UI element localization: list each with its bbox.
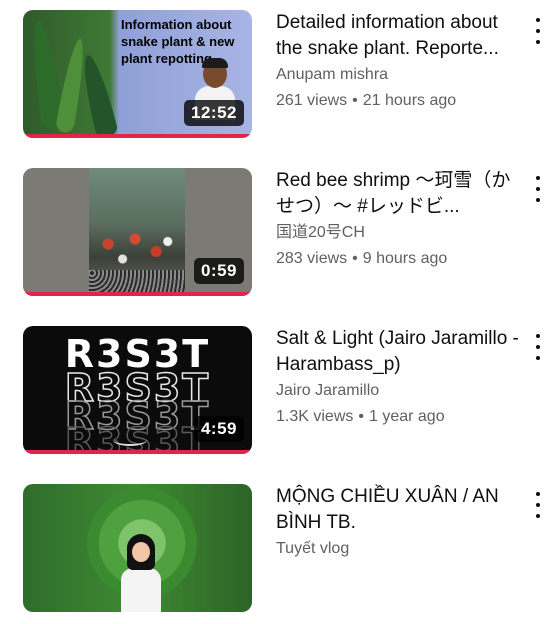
video-meta: Salt & Light (Jairo Jaramillo - Harambas… (276, 326, 528, 428)
video-title[interactable]: Detailed information about the snake pla… (276, 10, 528, 62)
video-duration: 4:59 (193, 416, 244, 442)
watch-progress-bar (23, 292, 252, 296)
separator-dot: • (352, 92, 358, 109)
plant-leaf (77, 52, 119, 138)
channel-name[interactable]: 国道20号CH (276, 222, 528, 244)
video-meta: MỘNG CHIỀU XUÂN / AN BÌNH TB. Tuyết vlog (276, 484, 528, 560)
video-duration: 12:52 (184, 100, 244, 126)
video-item[interactable]: MỘNG CHIỀU XUÂN / AN BÌNH TB. Tuyết vlog (0, 484, 560, 624)
more-vert-icon[interactable] (530, 334, 546, 360)
separator-dot: • (352, 250, 358, 267)
upload-age: 1 year ago (368, 408, 445, 425)
upload-age: 9 hours ago (362, 250, 448, 267)
video-item[interactable]: 0:59 Red bee shrimp ～珂雪（かせつ）～ #レッドビ... 国… (0, 168, 560, 308)
channel-name[interactable]: Tuyết vlog (276, 538, 528, 560)
video-title[interactable]: Red bee shrimp ～珂雪（かせつ）～ #レッドビ... (276, 168, 528, 220)
video-stats: 1.3K views • 1 year ago (276, 406, 528, 428)
plant-leaf (54, 37, 90, 134)
video-thumbnail[interactable] (23, 484, 252, 612)
video-item[interactable]: R3S3T R3S3T R3S3T R3S3T 4:59 Salt & Ligh… (0, 326, 560, 466)
video-title[interactable]: Salt & Light (Jairo Jaramillo - Harambas… (276, 326, 528, 378)
video-thumbnail[interactable]: R3S3T R3S3T R3S3T R3S3T 4:59 (23, 326, 252, 454)
more-vert-icon[interactable] (530, 492, 546, 518)
watch-progress-bar (23, 134, 252, 138)
channel-name[interactable]: Jairo Jaramillo (276, 380, 528, 402)
aquarium-image (89, 168, 185, 292)
view-count: 283 views (276, 250, 348, 267)
video-stats: 261 views • 21 hours ago (276, 90, 528, 112)
video-duration: 0:59 (193, 258, 244, 284)
upload-age: 21 hours ago (362, 92, 457, 109)
more-vert-icon[interactable] (530, 176, 546, 202)
more-vert-icon[interactable] (530, 18, 546, 44)
video-thumbnail[interactable]: 0:59 (23, 168, 252, 296)
channel-name[interactable]: Anupam mishra (276, 64, 528, 86)
watch-progress-bar (23, 450, 252, 454)
video-item[interactable]: Information about snake plant & new plan… (0, 10, 560, 150)
signature-logo (113, 434, 147, 446)
separator-dot: • (358, 408, 364, 425)
video-stats: 283 views • 9 hours ago (276, 248, 528, 270)
person-image (119, 534, 163, 612)
video-meta: Red bee shrimp ～珂雪（かせつ）～ #レッドビ... 国道20号C… (276, 168, 528, 270)
video-title[interactable]: MỘNG CHIỀU XUÂN / AN BÌNH TB. (276, 484, 528, 536)
video-thumbnail[interactable]: Information about snake plant & new plan… (23, 10, 252, 138)
video-meta: Detailed information about the snake pla… (276, 10, 528, 112)
view-count: 1.3K views (276, 408, 354, 425)
view-count: 261 views (276, 92, 348, 109)
